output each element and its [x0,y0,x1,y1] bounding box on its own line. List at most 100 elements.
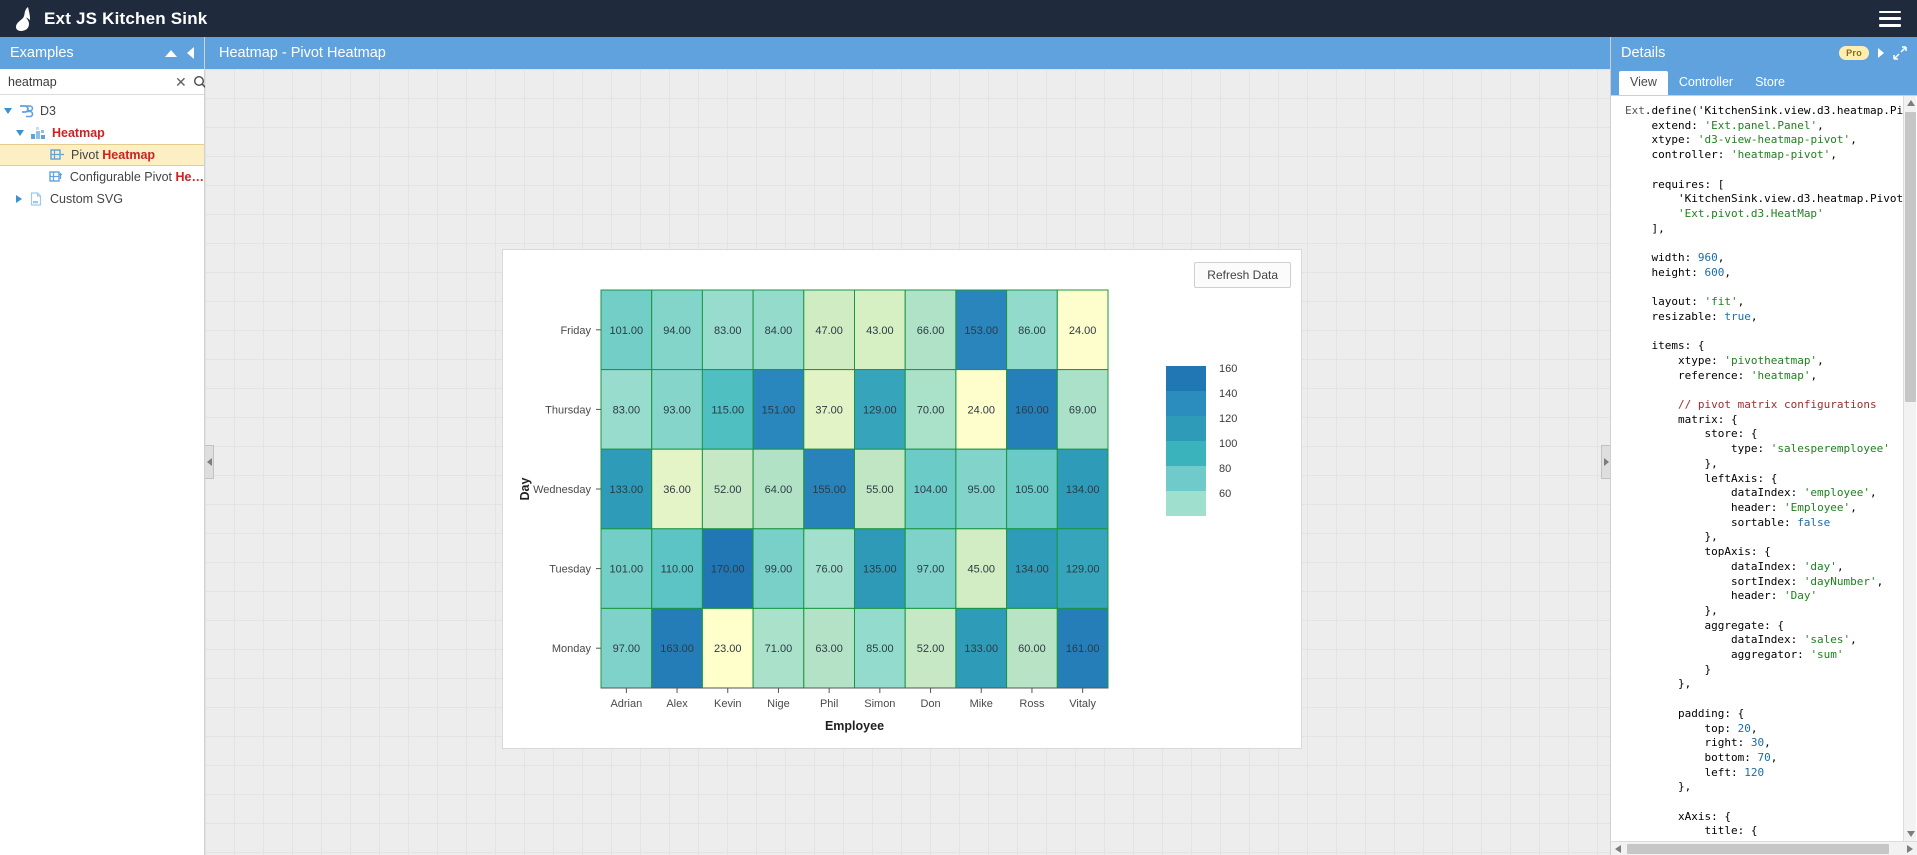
heatmap-icon [30,125,46,141]
svg-text:70.00: 70.00 [917,404,945,416]
horizontal-scroll-thumb[interactable] [1627,844,1889,854]
tab-store[interactable]: Store [1744,71,1796,95]
chevron-right-icon[interactable] [16,195,22,203]
source-code-viewer[interactable]: Ext.define('KitchenSink.view.d3.heatmap.… [1611,95,1917,841]
tree-item-configurable-pivot-heatmap[interactable]: Configurable Pivot He… [0,166,204,188]
scroll-up-arrow[interactable] [1904,96,1917,110]
svg-text:170.00: 170.00 [711,564,745,576]
tree-item-label: Custom SVG [50,192,123,206]
expand-diagonal-icon[interactable] [1893,46,1907,60]
svg-text:153.00: 153.00 [964,325,998,337]
code-horizontal-scrollbar[interactable] [1611,841,1917,855]
svg-text:Nige: Nige [767,698,790,710]
svg-text:85.00: 85.00 [866,643,894,655]
vertical-scroll-thumb[interactable] [1905,112,1916,402]
svg-text:110.00: 110.00 [661,564,694,576]
details-tabs: View Controller Store [1611,69,1917,95]
svg-text:133.00: 133.00 [964,643,998,655]
chevron-up-icon[interactable] [165,49,177,57]
svg-text:151.00: 151.00 [762,404,796,416]
svg-text:24.00: 24.00 [967,404,995,416]
svg-text:Alex: Alex [666,698,688,710]
file-icon [28,191,44,207]
svg-text:Friday: Friday [560,325,591,337]
heatmap-panel: Refresh Data 101.00 94.00 83.00 84.00 47.00 4… [502,249,1302,749]
scroll-down-arrow[interactable] [1904,827,1917,841]
svg-text:134.00: 134.00 [1066,484,1100,496]
search-bar: ✕ [0,69,207,95]
svg-text:Wednesday: Wednesday [533,484,591,496]
svg-text:80: 80 [1219,463,1231,475]
svg-text:43.00: 43.00 [866,325,894,337]
svg-text:140: 140 [1219,388,1237,400]
tree-item-label: Pivot Heatmap [71,148,156,162]
details-title: Details [1621,45,1666,61]
svg-text:95.00: 95.00 [967,484,995,496]
chevron-down-icon[interactable] [4,108,12,114]
svg-text:100: 100 [1219,438,1237,450]
sidebar-header: Examples [0,37,204,69]
svg-text:93.00: 93.00 [663,404,691,416]
svg-text:52.00: 52.00 [917,643,945,655]
scroll-right-arrow[interactable] [1903,842,1917,855]
svg-text:101.00: 101.00 [610,325,644,337]
svg-text:Adrian: Adrian [610,698,642,710]
tree-item-pivot-heatmap[interactable]: Pivot Heatmap [0,144,204,166]
svg-text:52.00: 52.00 [714,484,742,496]
pro-badge: Pro [1839,46,1869,60]
svg-text:133.00: 133.00 [610,484,644,496]
svg-text:47.00: 47.00 [815,325,843,337]
details-panel: Details Pro View Controller Store Ext.de… [1610,37,1917,855]
svg-text:Ross: Ross [1019,698,1045,710]
collapse-right-handle[interactable] [1601,445,1610,479]
code-vertical-scrollbar[interactable] [1903,96,1916,841]
svg-text:55.00: 55.00 [866,484,894,496]
svg-text:45.00: 45.00 [967,564,995,576]
svg-text:69.00: 69.00 [1069,404,1097,416]
svg-text:160.00: 160.00 [1015,404,1049,416]
svg-text:135.00: 135.00 [863,564,897,576]
page-title: Heatmap - Pivot Heatmap [219,45,386,61]
clear-x-icon[interactable]: ✕ [175,75,187,89]
svg-text:64.00: 64.00 [765,484,793,496]
center-region: Heatmap - Pivot Heatmap Refresh Data 101… [205,37,1610,855]
svg-text:83.00: 83.00 [714,325,742,337]
svg-text:Phil: Phil [820,698,838,710]
scroll-left-arrow[interactable] [1611,842,1625,855]
center-header: Heatmap - Pivot Heatmap [205,37,1610,69]
svg-text:36.00: 36.00 [663,484,691,496]
tree-item-label: D3 [40,104,56,118]
heatmap-svg[interactable]: 101.00 94.00 83.00 84.00 47.00 43.00 66.00 153.… [503,250,1303,750]
search-input[interactable] [8,74,169,89]
svg-text:129.00: 129.00 [863,404,897,416]
tree-item-custom-svg[interactable]: Custom SVG [0,188,204,210]
hamburger-menu-icon[interactable] [1879,10,1901,27]
tree-item-d3[interactable]: D3 [0,100,204,122]
svg-text:155.00: 155.00 [812,484,846,496]
tab-controller[interactable]: Controller [1668,71,1744,95]
collapse-left-handle[interactable] [205,445,214,479]
svg-text:105.00: 105.00 [1015,484,1049,496]
svg-text:66.00: 66.00 [917,325,945,337]
chevron-left-icon[interactable] [187,47,194,59]
sidebar-title: Examples [10,45,74,61]
svg-text:76.00: 76.00 [815,564,843,576]
brand: Ext JS Kitchen Sink [14,6,207,31]
svg-text:97.00: 97.00 [613,643,641,655]
svg-text:24.00: 24.00 [1069,325,1097,337]
tab-view[interactable]: View [1619,71,1668,95]
chevron-down-icon[interactable] [16,130,24,136]
play-triangle-icon[interactable] [1878,48,1884,58]
d3-icon [18,103,34,119]
svg-text:60.00: 60.00 [1018,643,1046,655]
top-app-bar: Ext JS Kitchen Sink [0,0,1917,37]
svg-text:101.00: 101.00 [610,564,644,576]
pivot-config-icon [48,169,64,185]
svg-text:Employee: Employee [825,719,884,733]
svg-text:97.00: 97.00 [917,564,945,576]
svg-text:94.00: 94.00 [663,325,691,337]
tree-item-heatmap[interactable]: Heatmap [0,122,204,144]
svg-text:Thursday: Thursday [545,404,591,416]
center-canvas: Refresh Data 101.00 94.00 83.00 84.00 47.00 4… [205,69,1610,855]
svg-text:Simon: Simon [864,698,895,710]
